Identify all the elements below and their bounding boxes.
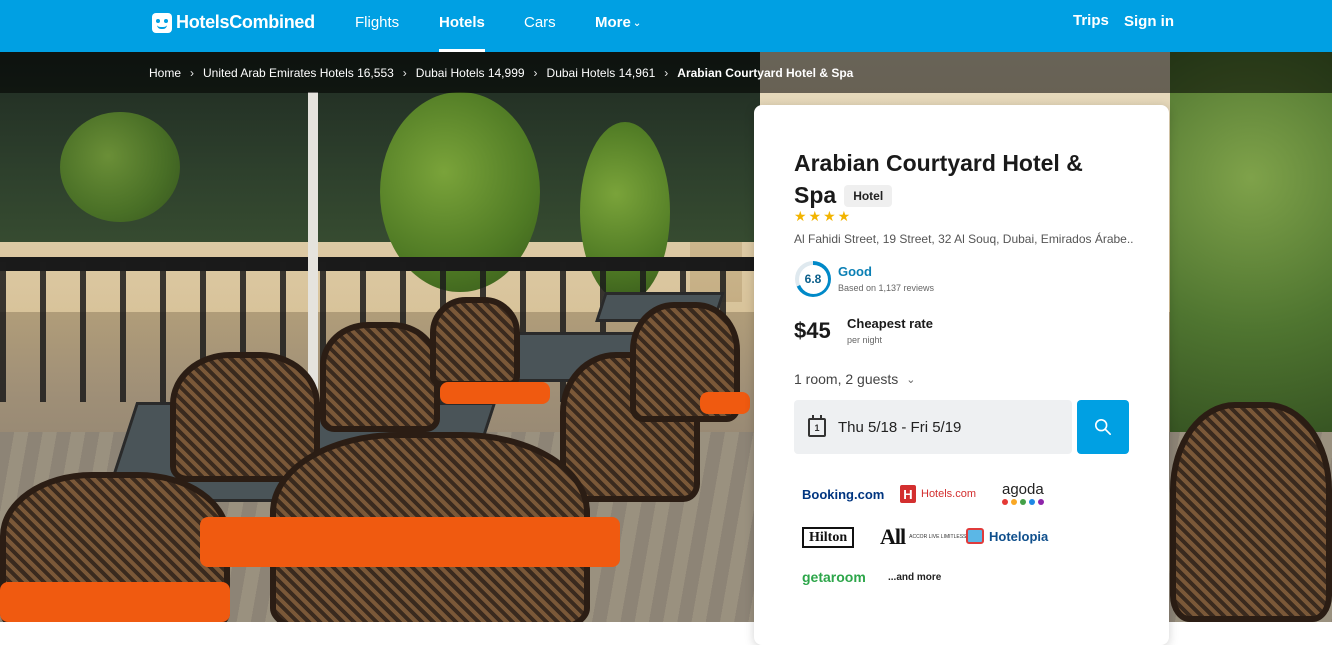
calendar-icon: 1: [808, 414, 826, 437]
provider-agoda-logo[interactable]: agoda: [1002, 481, 1044, 505]
hotel-type-badge: Hotel: [844, 185, 893, 207]
nav-hotels[interactable]: Hotels: [439, 0, 485, 52]
logo-text: HotelsCombined: [176, 12, 315, 32]
date-range-text: Thu 5/18 - Fri 5/19: [838, 418, 962, 436]
nav-more[interactable]: More ⌄: [595, 0, 641, 52]
provider-getaroom-logo[interactable]: getaroom: [802, 569, 866, 585]
provider-hilton-logo[interactable]: Hilton: [802, 527, 855, 548]
provider-hotels-com-logo[interactable]: H Hotels.com: [900, 485, 976, 503]
agoda-label: agoda: [1002, 481, 1044, 498]
review-score-ring[interactable]: 6.8: [795, 261, 831, 297]
chevron-down-icon: ⌄: [906, 374, 916, 386]
chevron-down-icon: ⌄: [632, 18, 642, 29]
nav-more-label: More: [595, 14, 631, 31]
top-navigation-bar: HotelsCombined Flights Hotels Cars More ⌄…: [0, 0, 1332, 52]
date-range-picker[interactable]: 1 Thu 5/18 - Fri 5/19: [794, 400, 1072, 454]
chevron-right-icon: ›: [533, 65, 538, 80]
chevron-right-icon: ›: [664, 65, 669, 80]
hotelopia-label: Hotelopia: [989, 528, 1049, 544]
trips-link[interactable]: Trips: [1073, 0, 1109, 52]
breadcrumb-dubai-hotels[interactable]: Dubai Hotels 14,999: [416, 66, 525, 80]
accor-all-label: All: [880, 524, 906, 549]
hotel-title: Arabian Courtyard Hotel & Spa Hotel: [794, 147, 1124, 211]
breadcrumb-uae-hotels[interactable]: United Arab Emirates Hotels 16,553: [203, 66, 394, 80]
review-rating-label[interactable]: Good: [838, 264, 872, 279]
sign-in-link[interactable]: Sign in: [1124, 0, 1174, 52]
search-button[interactable]: [1077, 400, 1129, 454]
rooms-guests-label: 1 room, 2 guests: [794, 371, 899, 387]
hotelopia-icon: [966, 528, 984, 544]
chevron-right-icon: ›: [402, 65, 407, 80]
logo-icon: [152, 12, 172, 33]
hotelscombined-logo[interactable]: HotelsCombined: [152, 12, 315, 33]
nav-flights[interactable]: Flights: [355, 0, 399, 52]
accor-tagline: ACCOR LIVE LIMITLESS: [909, 534, 967, 540]
hotel-summary-card: Arabian Courtyard Hotel & Spa Hotel ★★★★ …: [754, 105, 1169, 645]
agoda-dots-icon: [1002, 499, 1044, 505]
rooms-guests-selector[interactable]: 1 room, 2 guests ⌄: [794, 371, 916, 387]
hotels-com-label: Hotels.com: [921, 488, 977, 500]
breadcrumb-dubai-hotels-city[interactable]: Dubai Hotels 14,961: [547, 66, 656, 80]
breadcrumb: Home › United Arab Emirates Hotels 16,55…: [0, 52, 1332, 93]
more-providers-link[interactable]: ...and more: [888, 572, 941, 583]
hotel-name: Arabian Courtyard Hotel & Spa: [794, 150, 1083, 208]
provider-booking-logo[interactable]: Booking.com: [802, 487, 884, 502]
search-icon: [1094, 418, 1112, 436]
chevron-right-icon: ›: [190, 65, 195, 80]
cheapest-rate-label: Cheapest rate: [847, 316, 933, 331]
star-rating: ★★★★: [794, 208, 853, 224]
cheapest-price: $45: [794, 318, 831, 343]
hotels-com-icon: H: [900, 485, 916, 503]
provider-accor-all-logo[interactable]: All ACCOR LIVE LIMITLESS: [880, 524, 967, 550]
breadcrumb-home[interactable]: Home: [149, 66, 181, 80]
review-score: 6.8: [798, 264, 828, 294]
hotel-address[interactable]: Al Fahidi Street, 19 Street, 32 Al Souq,…: [794, 232, 1134, 246]
per-night-label: per night: [847, 335, 883, 345]
provider-hotelopia-logo[interactable]: Hotelopia: [966, 528, 1048, 544]
review-count: Based on 1,137 reviews: [838, 283, 935, 293]
breadcrumb-current-hotel: Arabian Courtyard Hotel & Spa: [677, 65, 854, 80]
nav-cars[interactable]: Cars: [524, 0, 556, 52]
